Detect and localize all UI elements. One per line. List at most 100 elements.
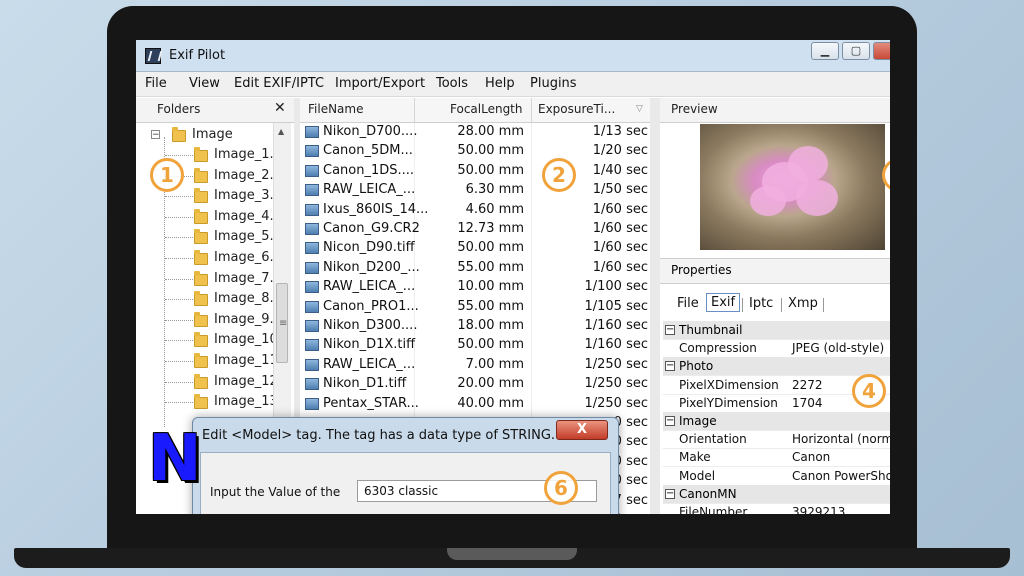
- property-row[interactable]: FileNumber 3929213: [663, 503, 890, 514]
- tree-item-label: Image_8.: [214, 291, 274, 307]
- close-window-button[interactable]: [873, 42, 890, 60]
- collapse-icon[interactable]: −: [665, 488, 675, 499]
- menu-import-export[interactable]: Import/Export: [335, 76, 425, 91]
- tab-xmp[interactable]: Xmp: [788, 296, 818, 311]
- tab-file[interactable]: File: [677, 296, 699, 311]
- column-filename[interactable]: FileName: [308, 102, 363, 116]
- table-row[interactable]: Nikon_D300.... 18.00 mm 1/160 sec: [300, 317, 650, 336]
- folder-icon: [194, 208, 208, 224]
- property-key: FileNumber: [679, 505, 748, 514]
- folder-icon: [194, 332, 208, 348]
- menu-plugins[interactable]: Plugins: [530, 76, 577, 91]
- tab-iptc[interactable]: Iptc: [749, 296, 773, 311]
- tree-item[interactable]: Image_5.: [136, 227, 286, 247]
- tree-item[interactable]: Image_11: [136, 351, 286, 371]
- menu-edit-exif-iptc[interactable]: Edit EXIF/IPTC: [234, 76, 324, 91]
- image-file-icon: [305, 378, 319, 391]
- column-focallength[interactable]: FocalLength: [450, 102, 523, 116]
- property-value[interactable]: 1704: [792, 396, 823, 410]
- property-value[interactable]: 2272: [792, 378, 823, 392]
- collapse-icon[interactable]: −: [665, 361, 675, 372]
- dialog-close-button[interactable]: X: [556, 420, 608, 440]
- folder-icon: [194, 373, 208, 389]
- property-value[interactable]: 3929213: [792, 505, 845, 514]
- table-row[interactable]: RAW_LEICA_... 6.30 mm 1/50 sec: [300, 181, 650, 200]
- cell-focallength: 12.73 mm: [457, 221, 524, 236]
- brand-logo: N: [148, 422, 202, 496]
- tree-item[interactable]: Image_12: [136, 372, 286, 392]
- column-exposuretime[interactable]: ExposureTi...: [538, 102, 615, 116]
- property-section[interactable]: − Thumbnail: [663, 321, 890, 340]
- table-row[interactable]: Canon_1DS.... 50.00 mm 1/40 sec: [300, 162, 650, 181]
- property-row[interactable]: Orientation Horizontal (normal: [663, 430, 890, 450]
- image-file-icon: [305, 203, 319, 216]
- table-row[interactable]: Nikon_D700.... 28.00 mm 1/13 sec: [300, 123, 650, 142]
- laptop-notch: [447, 548, 577, 560]
- tree-item[interactable]: Image_6.: [136, 248, 286, 268]
- property-section[interactable]: − Photo: [663, 357, 890, 377]
- table-row[interactable]: Nikon_D1.tiff 20.00 mm 1/250 sec: [300, 375, 650, 394]
- folders-panel-header: Folders ✕: [136, 98, 294, 123]
- tree-guide-line: [165, 237, 193, 239]
- flower-shape: [750, 186, 786, 216]
- tree-item[interactable]: Image_7.: [136, 269, 286, 289]
- close-icon[interactable]: ✕: [274, 100, 286, 116]
- image-file-icon: [305, 358, 319, 371]
- tree-item[interactable]: Image_8.: [136, 289, 286, 309]
- table-row[interactable]: RAW_LEICA_... 10.00 mm 1/100 sec: [300, 278, 650, 297]
- menu-help[interactable]: Help: [485, 76, 515, 91]
- table-row[interactable]: Nikon_D1X.tiff 50.00 mm 1/160 sec: [300, 336, 650, 355]
- table-row[interactable]: RAW_LEICA_... 7.00 mm 1/250 sec: [300, 356, 650, 375]
- collapse-icon[interactable]: −: [665, 325, 675, 335]
- properties-tabs: File Exif Iptc Xmp: [660, 292, 890, 316]
- property-row[interactable]: Make Canon: [663, 448, 890, 468]
- property-value[interactable]: Canon: [792, 450, 830, 464]
- maximize-button[interactable]: ▢: [842, 42, 870, 60]
- tree-item[interactable]: Image_10: [136, 330, 286, 350]
- property-section[interactable]: − Image: [663, 412, 890, 431]
- tree-item-root[interactable]: − Image: [136, 125, 286, 145]
- folder-icon: [172, 127, 186, 142]
- properties-title: Properties: [671, 263, 732, 277]
- property-value[interactable]: Horizontal (normal: [792, 432, 890, 446]
- table-row[interactable]: Pentax_STAR... 40.00 mm 1/250 sec: [300, 395, 650, 414]
- tree-item-label: Image_5.: [214, 229, 274, 245]
- collapse-icon[interactable]: −: [151, 130, 160, 140]
- image-file-icon: [305, 339, 319, 352]
- property-section[interactable]: − CanonMN: [663, 484, 890, 504]
- scrollbar-thumb[interactable]: ≡: [276, 283, 288, 363]
- cell-exposure: 1/60 sec: [592, 201, 648, 217]
- cell-focallength: 28.00 mm: [457, 124, 524, 139]
- folder-icon: [194, 250, 208, 265]
- property-key: Compression: [679, 341, 757, 356]
- tree-item[interactable]: Image_13: [136, 392, 286, 412]
- cell-filename: Nikon_D300....: [323, 318, 418, 333]
- property-value[interactable]: JPEG (old-style): [792, 341, 884, 355]
- property-key: PixelYDimension: [679, 395, 778, 410]
- table-row[interactable]: Nicon_D90.tiff 50.00 mm 1/60 sec: [300, 239, 650, 258]
- property-row[interactable]: Compression JPEG (old-style): [663, 339, 890, 359]
- table-row[interactable]: Nikon_D200_... 55.00 mm 1/60 sec: [300, 259, 650, 278]
- table-row[interactable]: Canon_PRO1... 55.00 mm 1/105 sec: [300, 298, 650, 317]
- cell-exposure: 1/50 sec: [592, 182, 648, 198]
- minimize-button[interactable]: ▁: [811, 42, 839, 60]
- menu-tools[interactable]: Tools: [436, 76, 468, 91]
- column-divider[interactable]: [414, 98, 415, 122]
- menu-file[interactable]: File: [145, 76, 167, 91]
- image-file-icon: [305, 261, 319, 274]
- cell-filename: Canon_5DM...: [323, 143, 413, 159]
- column-divider[interactable]: [531, 98, 532, 122]
- table-row[interactable]: Ixus_860IS_14... 4.60 mm 1/60 sec: [300, 201, 650, 220]
- scroll-up-icon[interactable]: ▲: [278, 127, 284, 136]
- table-row[interactable]: Canon_G9.CR2 12.73 mm 1/60 sec: [300, 220, 650, 239]
- splitter-right[interactable]: [650, 98, 660, 514]
- sort-icon[interactable]: ▽: [636, 104, 643, 114]
- tree-item[interactable]: Image_4.: [136, 207, 286, 227]
- tree-item[interactable]: Image_9.: [136, 310, 286, 330]
- table-row[interactable]: Canon_5DM... 50.00 mm 1/20 sec: [300, 142, 650, 161]
- property-value[interactable]: Canon PowerShot: [792, 469, 890, 483]
- tab-exif[interactable]: Exif: [706, 293, 741, 312]
- menu-view[interactable]: View: [189, 76, 220, 91]
- collapse-icon[interactable]: −: [665, 416, 675, 426]
- property-row[interactable]: Model Canon PowerShot: [663, 467, 890, 486]
